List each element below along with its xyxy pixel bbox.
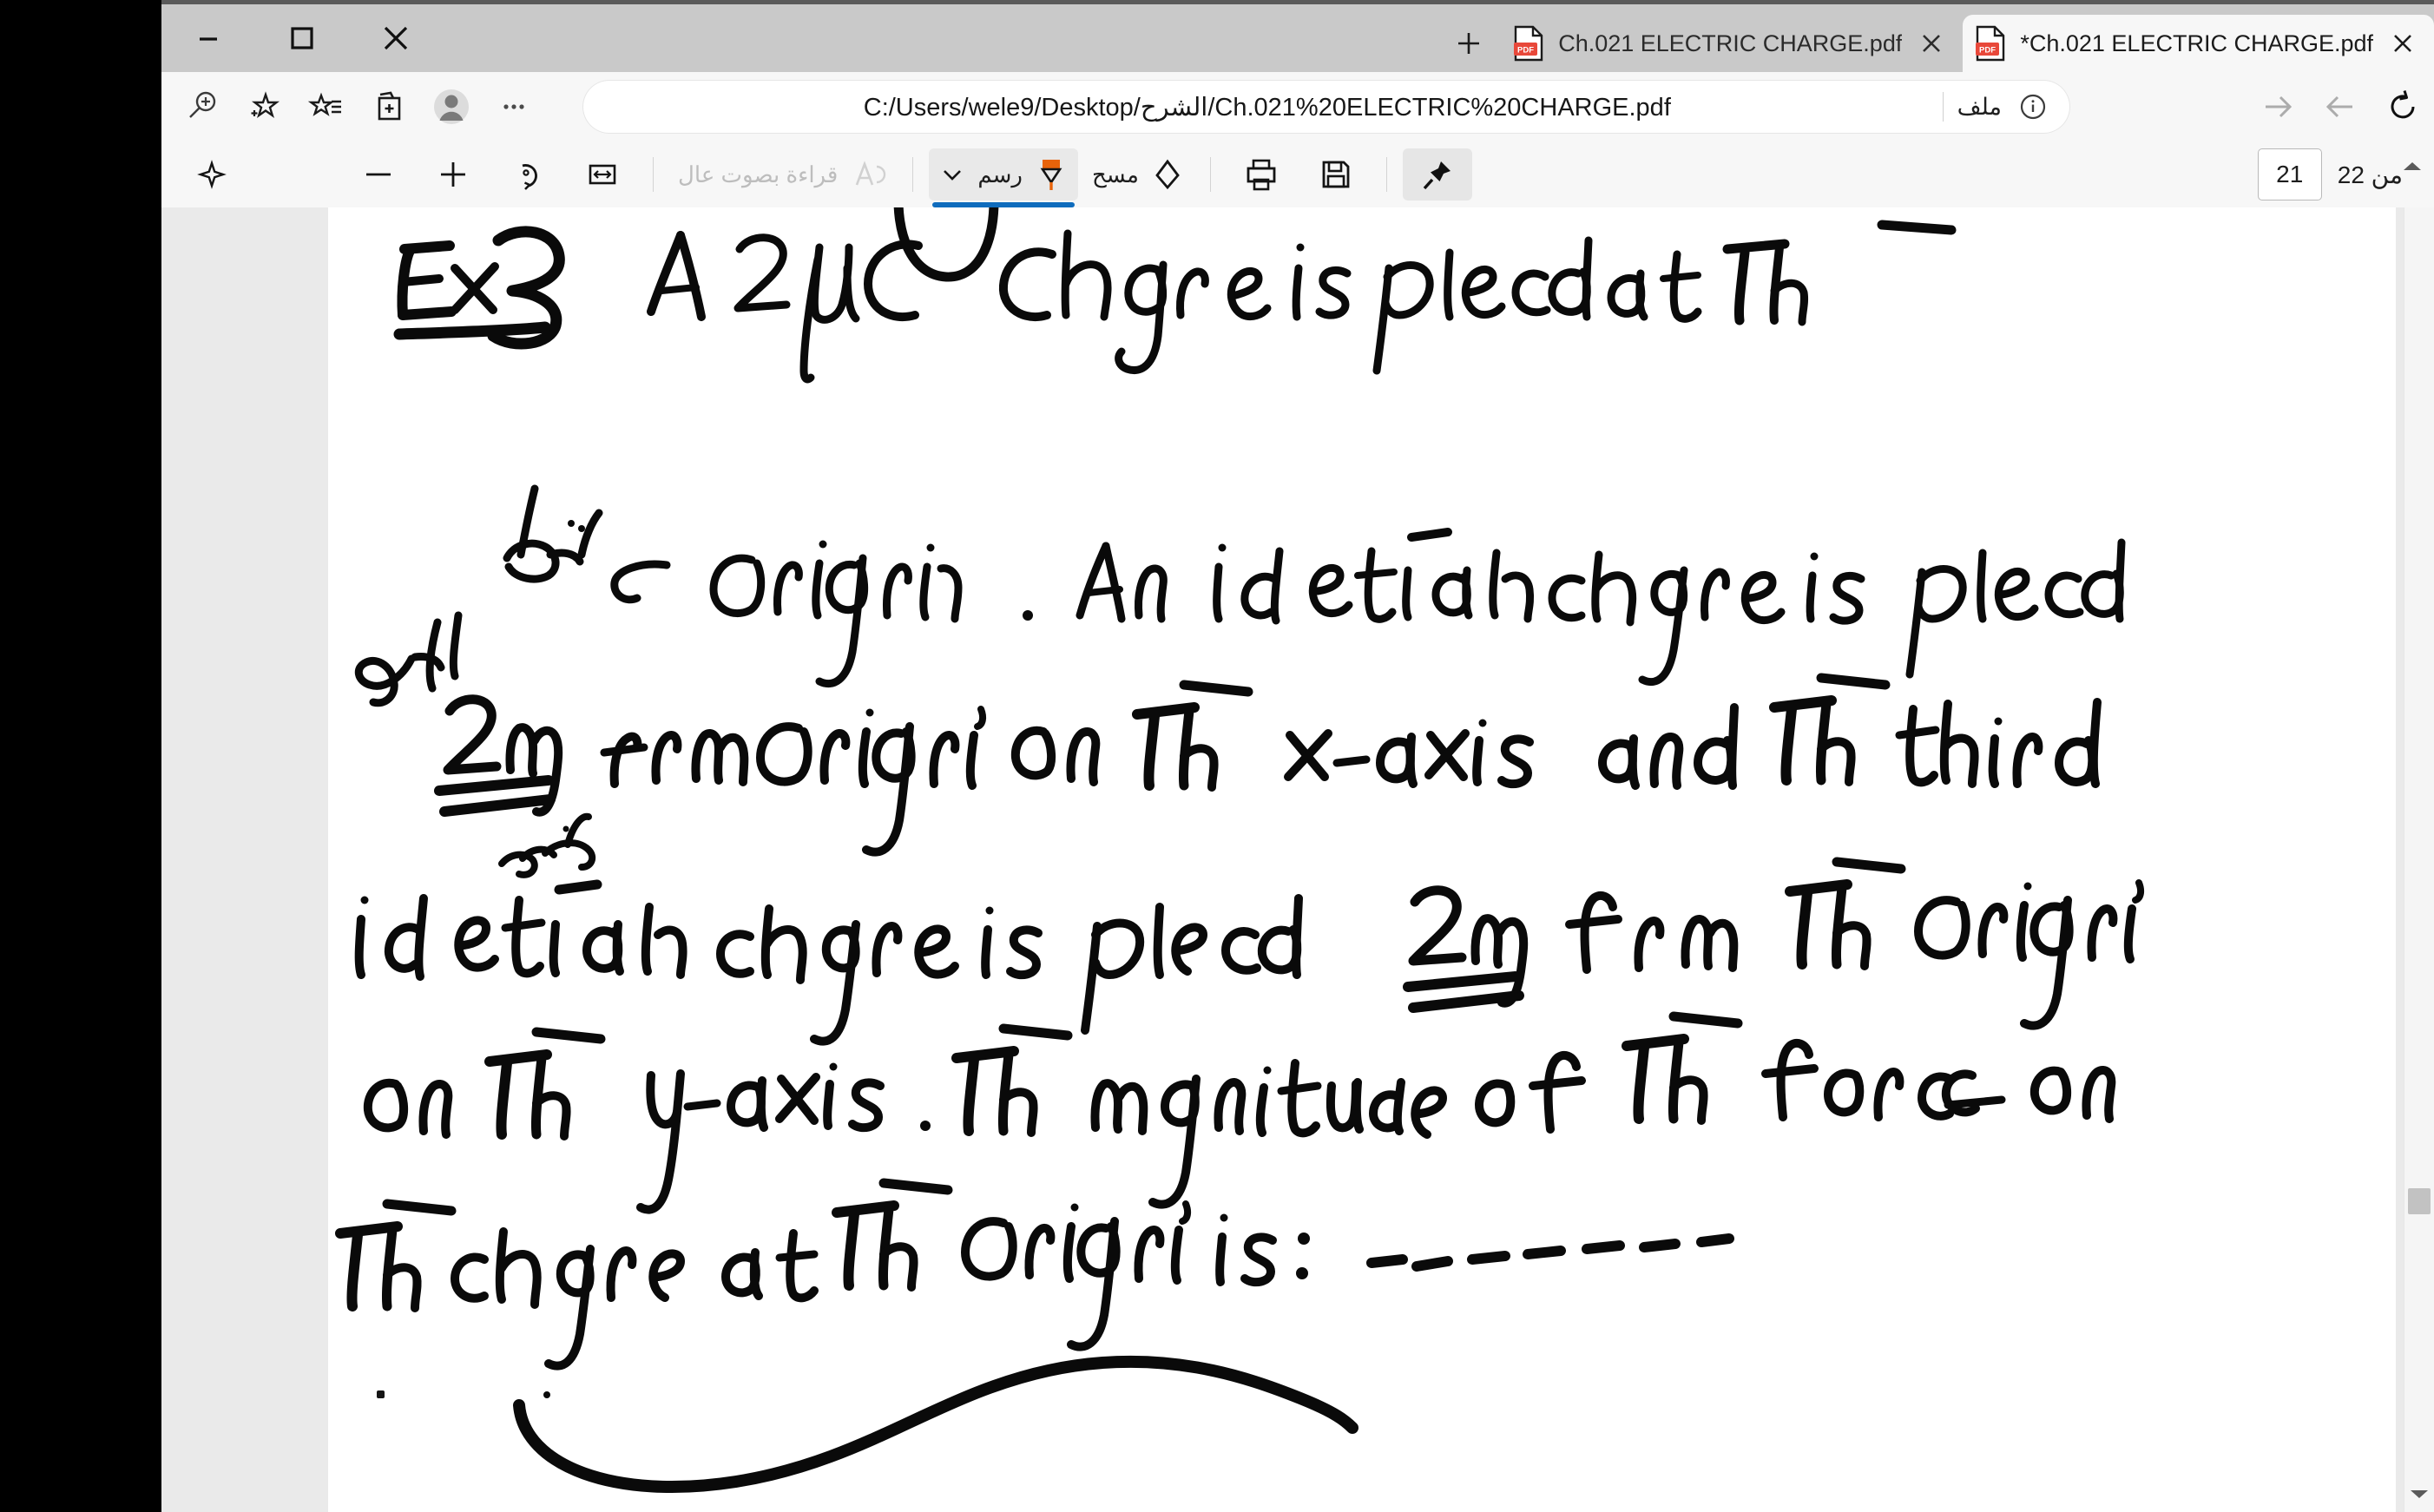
window-controls: [161, 4, 443, 72]
svg-text:PDF: PDF: [1979, 46, 1996, 56]
tab-ch021-electric-charge[interactable]: Ch.021 ELECTRIC CHARGE.pdf PDF: [1501, 15, 1963, 72]
magnifier-plus-icon: [189, 91, 216, 118]
arrow-left-icon: [2325, 95, 2352, 118]
close-window-button[interactable]: [349, 4, 443, 72]
tab-strip: *Ch.021 ELECTRIC CHARGE.pdf PDF Ch.021 E…: [1437, 4, 2434, 72]
address-url-text[interactable]: C:/Users/wele9/Desktop/الشرح/Ch.021%20EL…: [606, 92, 1929, 122]
rotate-icon: [522, 164, 537, 190]
page-number-input[interactable]: 21: [2257, 148, 2322, 201]
close-icon: [2394, 35, 2411, 52]
navigation-bar: ملف C:/Users/wele9/Desktop/الشرح/Ch.021%…: [161, 72, 2434, 142]
minimize-window-button[interactable]: [161, 4, 255, 72]
read-aloud-button[interactable]: قراءة بصوت عال: [669, 148, 897, 201]
tab-title: *Ch.021 ELECTRIC CHARGE.pdf: [2020, 30, 2373, 56]
tab-title: Ch.021 ELECTRIC CHARGE.pdf: [1558, 30, 1903, 56]
close-icon: [1923, 35, 1941, 52]
svg-text:PDF: PDF: [1517, 46, 1534, 56]
pdf-toolbar-tools: مسح رسم قراءة بصوت عال: [177, 141, 1472, 207]
file-scheme-label: ملف: [1957, 93, 2002, 120]
save-icon: [1322, 161, 1350, 188]
eraser-icon: [1155, 159, 1180, 190]
scroll-up-button[interactable]: [2398, 153, 2427, 179]
plus-icon: [1458, 33, 1480, 54]
toolbar-divider: [653, 157, 654, 192]
settings-more-button[interactable]: [483, 79, 545, 135]
draw-label: رسم: [977, 161, 1023, 187]
read-aloud-icon: [856, 161, 886, 186]
favorites-icon: [307, 92, 341, 116]
pin-toolbar-button[interactable]: [1402, 148, 1472, 201]
pdf-icon: PDF: [1513, 25, 1544, 62]
zoom-out-icon: [366, 173, 391, 176]
pdf-viewer-canvas[interactable]: [161, 207, 2434, 1512]
address-separator: [1942, 92, 1944, 122]
site-info-button[interactable]: [2016, 89, 2050, 124]
pen-icon: [1040, 160, 1062, 190]
rotate-button[interactable]: [493, 148, 562, 201]
scroll-down-arrow-icon: [2411, 1490, 2428, 1498]
navbar-right-icons: [2247, 72, 2434, 141]
page-navigation: من 22 21: [2257, 141, 2418, 207]
pdf-toolbar: مسح رسم قراءة بصوت عال من 22 21: [161, 141, 2434, 208]
zoom-in-icon: [441, 162, 465, 187]
back-button[interactable]: [2309, 79, 2372, 135]
copilot-button[interactable]: [177, 148, 247, 201]
handwritten-annotation-layer: [335, 207, 2145, 1493]
refresh-button[interactable]: [2372, 79, 2434, 135]
erase-button[interactable]: مسح: [1083, 148, 1194, 201]
zoom-in-button[interactable]: [418, 148, 488, 201]
browser-window: *Ch.021 ELECTRIC CHARGE.pdf PDF Ch.021 E…: [161, 0, 2434, 1512]
minimize-icon: [200, 37, 217, 41]
favorites-list-button[interactable]: [295, 79, 358, 135]
tab-close-button[interactable]: [2387, 28, 2418, 59]
edge-pdf-viewer-window: *Ch.021 ELECTRIC CHARGE.pdf PDF Ch.021 E…: [0, 0, 2434, 1512]
pdf-icon: PDF: [1975, 25, 2006, 62]
fit-to-width-icon: [589, 164, 616, 185]
toolbar-divider: [1385, 157, 1387, 192]
scrollbar-thumb[interactable]: [2408, 1188, 2431, 1214]
tab-ch021-electric-charge-modified[interactable]: *Ch.021 ELECTRIC CHARGE.pdf PDF: [1963, 15, 2434, 72]
toolbar-divider: [1209, 157, 1211, 192]
fit-to-width-button[interactable]: [568, 148, 637, 201]
add-favorite-button[interactable]: [233, 79, 295, 135]
profile-avatar-icon: [434, 89, 469, 124]
pin-icon: [1423, 161, 1451, 190]
arrow-right-icon: [2266, 95, 2293, 118]
close-icon: [384, 26, 408, 50]
page-total-label: من 22: [2337, 161, 2403, 188]
info-icon: [2020, 94, 2046, 120]
scroll-down-button[interactable]: [2404, 1481, 2434, 1507]
zoom-out-button[interactable]: [344, 148, 413, 201]
refresh-icon: [2391, 90, 2415, 119]
navbar-left-icons: [161, 72, 545, 141]
save-button[interactable]: [1301, 148, 1371, 201]
desktop-left-margin: [0, 0, 161, 1512]
chevron-down-icon: [944, 170, 962, 181]
zoom-search-button[interactable]: [170, 79, 233, 135]
toolbar-divider: [912, 157, 914, 192]
sparkle-icon: [197, 160, 227, 189]
draw-button[interactable]: رسم: [929, 148, 1078, 207]
print-button[interactable]: [1227, 148, 1296, 201]
tab-close-button[interactable]: [1916, 28, 1947, 59]
title-bar: *Ch.021 ELECTRIC CHARGE.pdf PDF Ch.021 E…: [161, 0, 2434, 72]
scroll-up-arrow-icon: [2404, 162, 2421, 170]
print-icon: [1247, 159, 1276, 191]
address-bar[interactable]: ملف C:/Users/wele9/Desktop/الشرح/Ch.021%…: [583, 81, 2069, 133]
maximize-window-button[interactable]: [255, 4, 349, 72]
forward-button[interactable]: [2247, 79, 2309, 135]
settings-more-icon: [503, 104, 524, 109]
erase-label: مسح: [1091, 161, 1139, 187]
star-plus-icon: [251, 91, 280, 118]
stray-ink-dot: [377, 1390, 385, 1398]
collections-icon: [378, 91, 401, 121]
new-tab-button[interactable]: [1437, 15, 1501, 72]
maximize-icon: [291, 27, 313, 49]
collections-button[interactable]: [358, 79, 420, 135]
vertical-scrollbar[interactable]: [2404, 207, 2434, 1512]
pdf-page: [328, 207, 2396, 1512]
profile-avatar-button[interactable]: [420, 79, 483, 135]
read-aloud-label: قراءة بصوت عال: [678, 161, 839, 187]
